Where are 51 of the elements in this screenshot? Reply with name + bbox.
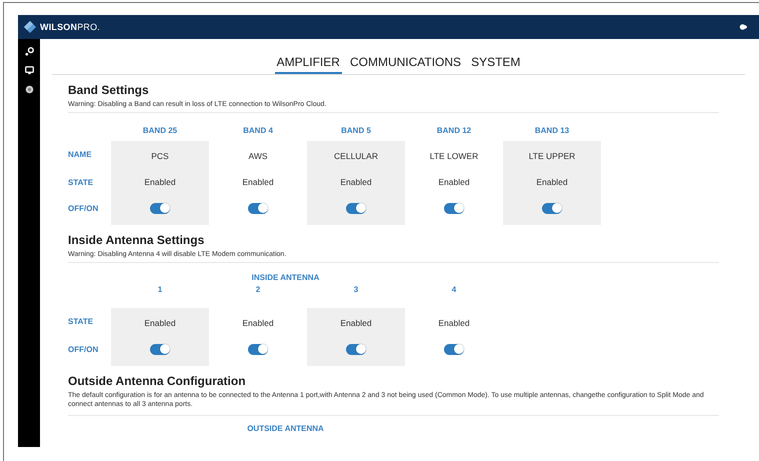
toggle-switch[interactable]	[346, 202, 366, 214]
tab[interactable]: COMMUNICATIONS	[348, 53, 464, 74]
band-name: CELLULAR	[334, 151, 378, 161]
band-heading: BAND 13	[534, 126, 570, 135]
band-state: Enabled	[340, 177, 372, 187]
antenna-number: 3	[354, 285, 358, 294]
band-state: Enabled	[242, 177, 274, 187]
row-label: OFF/ON	[68, 344, 98, 354]
toggle-switch[interactable]	[444, 344, 464, 354]
row-label: STATE	[68, 178, 94, 186]
toggle-switch[interactable]	[150, 344, 170, 354]
band-name: LTE UPPER	[528, 151, 576, 161]
brand-name: WILSONPRO.	[40, 22, 100, 32]
antenna-number: 4	[452, 285, 456, 294]
logo-icon	[24, 21, 36, 33]
toggle-switch[interactable]	[444, 202, 464, 214]
band-heading: BAND 5	[341, 126, 371, 135]
antenna-state: Enabled	[242, 318, 274, 328]
band-state: Enabled	[144, 177, 176, 187]
tab[interactable]: SYSTEM	[469, 53, 522, 74]
monitor-icon[interactable]	[24, 66, 34, 75]
band-name: LTE LOWER	[430, 151, 478, 161]
toggle-switch[interactable]	[542, 202, 562, 214]
band-state: Enabled	[438, 177, 470, 187]
antenna-state: Enabled	[438, 318, 470, 328]
section-title: Inside Antenna Settings	[68, 233, 206, 247]
band-heading: BAND 25	[142, 126, 178, 135]
tab[interactable]: AMPLIFIER	[274, 53, 342, 74]
row-label: OFF/ON	[68, 204, 98, 212]
band-name: PCS	[151, 151, 169, 161]
group-heading: INSIDE ANTENNA	[252, 273, 320, 282]
antenna-state: Enabled	[144, 318, 176, 328]
antenna-number: 1	[158, 285, 162, 294]
row-label: STATE	[68, 316, 94, 326]
logout-icon[interactable]	[739, 23, 747, 31]
band-heading: BAND 4	[243, 126, 273, 135]
row-label: NAME	[68, 150, 92, 158]
toggle-switch[interactable]	[346, 344, 366, 354]
band-state: Enabled	[536, 177, 568, 187]
band-name: AWS	[248, 151, 268, 161]
section-title: Band Settings	[68, 83, 150, 97]
settings-icon[interactable]	[24, 47, 34, 56]
group-heading: OUTSIDE ANTENNA	[247, 424, 324, 432]
toggle-switch[interactable]	[248, 344, 268, 354]
toggle-switch[interactable]	[150, 202, 170, 214]
toggle-switch[interactable]	[248, 202, 268, 214]
section-title: Outside Antenna Configuration	[68, 374, 247, 388]
band-heading: BAND 12	[436, 126, 472, 135]
antenna-state: Enabled	[340, 318, 372, 328]
circle-icon[interactable]	[24, 85, 34, 94]
antenna-number: 2	[256, 285, 260, 294]
